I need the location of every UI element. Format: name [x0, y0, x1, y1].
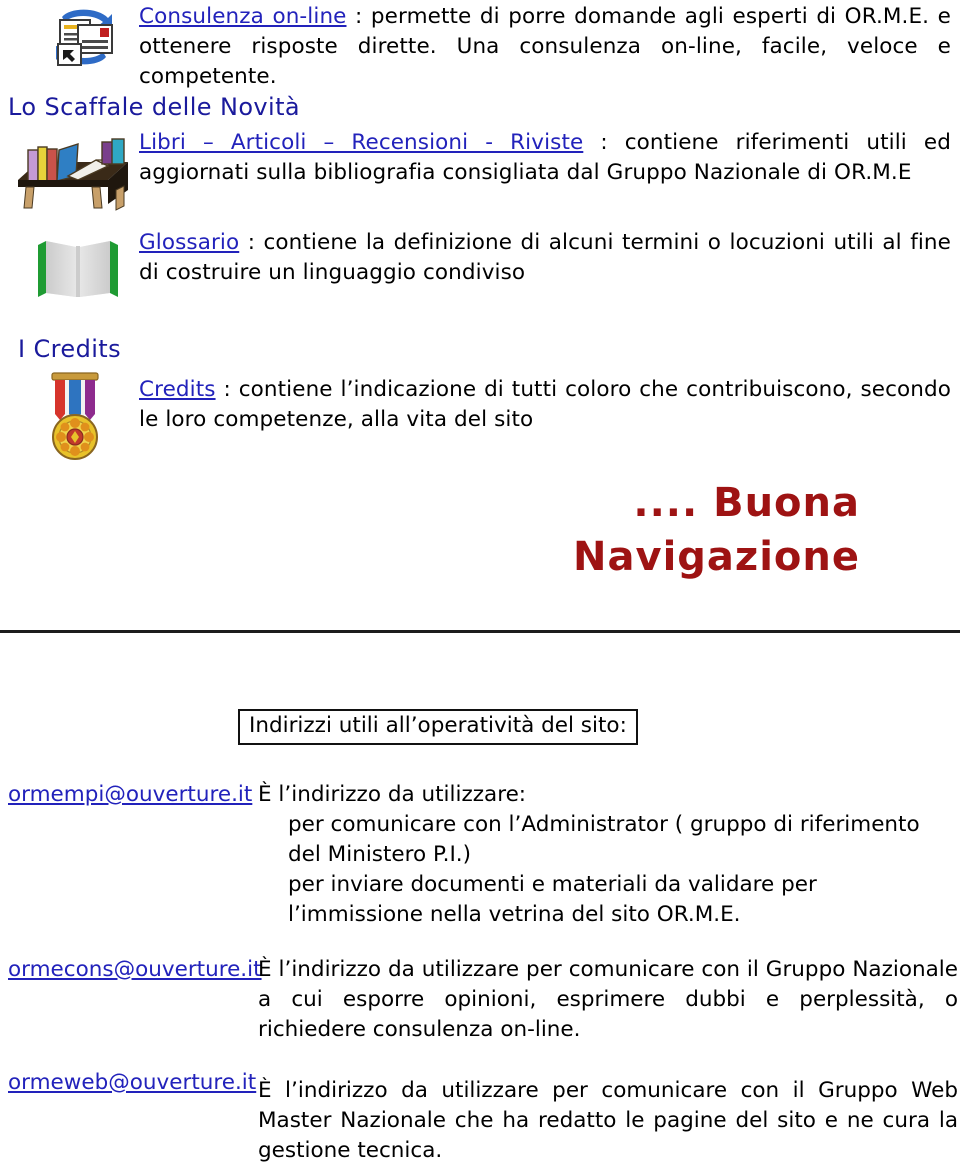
- credits-text: : contiene l’indicazione di tutti coloro…: [139, 377, 951, 432]
- email-bullet-2-ormempi: per inviare documenti e materiali da val…: [288, 872, 817, 927]
- document-page: Consulenza on-line : permette di porre d…: [0, 0, 960, 1163]
- credits-paragraph: Credits : contiene l’indicazione di tutt…: [139, 375, 951, 435]
- email-link-ormempi[interactable]: ormempi@ouverture.it: [8, 780, 252, 810]
- closing-greeting: .... Buona Navigazione: [520, 476, 860, 584]
- glossario-text: : contiene la definizione di alcuni term…: [139, 230, 951, 285]
- closing-line-2: Navigazione: [573, 534, 860, 580]
- scaffale-paragraph: Libri – Articoli – Recensioni - Riviste …: [139, 128, 951, 188]
- addresses-title-box: Indirizzi utili all’operatività del sito…: [238, 709, 638, 745]
- email-description-ormeweb: È l’indirizzo da utilizzare per comunica…: [258, 1078, 958, 1163]
- email-intro-ormempi: È l’indirizzo da utilizzare:: [258, 782, 527, 807]
- closing-line-1: .... Buona: [633, 480, 860, 526]
- bookshelf-icon: [12, 130, 132, 212]
- email-description-ormempi: È l’indirizzo da utilizzare: per comunic…: [258, 780, 958, 930]
- scaffale-heading: Lo Scaffale delle Novità: [8, 93, 301, 121]
- glossario-paragraph: Glossario : contiene la definizione di a…: [139, 228, 951, 288]
- libri-articoli-link[interactable]: Libri – Articoli – Recensioni - Riviste: [139, 130, 583, 155]
- email-description-ormecons: È l’indirizzo da utilizzare per comunica…: [258, 957, 958, 1042]
- consulenza-paragraph: Consulenza on-line : permette di porre d…: [139, 2, 951, 92]
- email-bullet-1-ormempi: per comunicare con l’Administrator ( gru…: [288, 812, 920, 867]
- glossario-link[interactable]: Glossario: [139, 230, 239, 255]
- medal-icon: [44, 367, 106, 465]
- consulenza-link[interactable]: Consulenza on-line: [139, 4, 347, 29]
- credits-link[interactable]: Credits: [139, 377, 216, 402]
- document-exchange-icon: [48, 4, 120, 70]
- open-book-icon: [30, 235, 126, 303]
- horizontal-divider: [0, 630, 960, 633]
- credits-heading: I Credits: [18, 335, 121, 363]
- email-link-ormeweb[interactable]: ormeweb@ouverture.it: [8, 1068, 256, 1098]
- email-link-ormecons[interactable]: ormecons@ouverture.it: [8, 955, 262, 985]
